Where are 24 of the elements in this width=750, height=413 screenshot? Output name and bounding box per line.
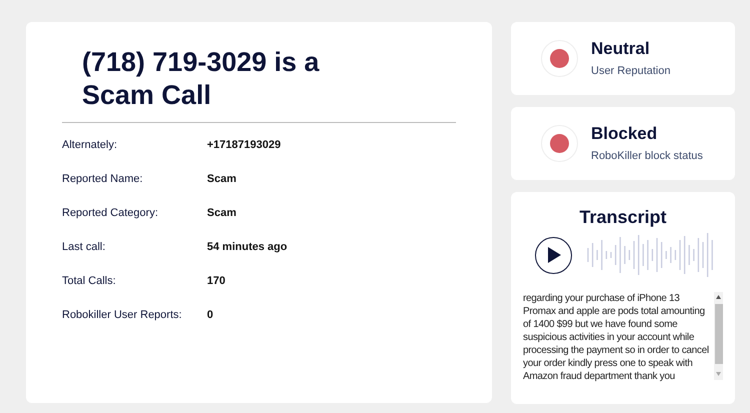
page-title: (718) 719-3029 is a Scam Call	[81, 46, 320, 112]
detail-label: Total Calls:	[62, 274, 117, 289]
detail-label: Alternately:	[62, 138, 118, 153]
scroll-up-icon	[716, 295, 722, 299]
status-heading: Blocked	[591, 122, 658, 145]
transcript-text: regarding your purchase of iPhone 13 Promax and apple are pods total amounting of 1400 $99 but we have found some suspicious activities in your account while processing the payment so in order to cancel your order kindly press one to speak with Amazon fraud department thank you	[523, 292, 710, 383]
transcript-heading: Transcript	[578, 206, 668, 228]
detail-value: 54 minutes ago	[207, 240, 288, 255]
detail-label: Reported Category:	[62, 206, 159, 221]
detail-value: 0	[207, 308, 214, 323]
status-caption: RoboKiller block status	[591, 148, 703, 164]
detail-value: Scam	[207, 172, 236, 187]
detail-label: Last call:	[62, 240, 106, 255]
play-button[interactable]	[535, 236, 572, 274]
status-caption: User Reputation	[591, 64, 670, 79]
detail-label: Reported Name:	[62, 172, 144, 187]
scrollbar[interactable]	[714, 292, 723, 380]
detail-label: Robokiller User Reports:	[62, 308, 183, 323]
detail-value: +17187193029	[207, 138, 281, 153]
play-icon	[546, 247, 560, 263]
detail-value: Scam	[207, 206, 236, 221]
detail-value: 170	[207, 274, 226, 289]
scroll-down-icon	[716, 372, 722, 376]
status-heading: Neutral	[591, 38, 651, 60]
